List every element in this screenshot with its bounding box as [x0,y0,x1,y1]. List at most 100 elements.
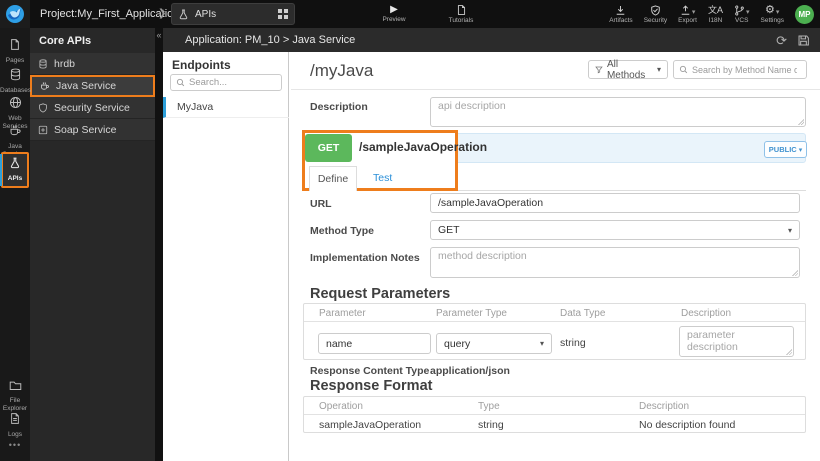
method-type-label: Method Type [310,225,374,237]
more-options-button[interactable]: ••• [0,440,30,450]
column-header: Description [639,401,690,412]
description-textarea[interactable] [430,97,806,127]
tab-apis[interactable]: APIs [171,3,295,25]
operation-path: /sampleJavaOperation [359,140,488,154]
tutorials-doc-icon [457,5,465,15]
response-content-type-label: Response Content Type [310,365,430,377]
breadcrumb: Application: PM_10 > Java Service [185,34,356,46]
caret-down-icon: ▾ [775,8,780,16]
shield-icon [651,4,660,16]
filter-funnel-icon [595,66,603,74]
description-cell: No description found [639,419,736,431]
app-logo[interactable] [0,0,30,28]
sidebar-item-pages[interactable]: Pages [0,38,30,65]
resize-handle[interactable] [797,118,804,125]
tutorials-button[interactable]: Tutorials [441,0,481,28]
caret-down-icon: ▾ [539,339,544,348]
operation-cell: sampleJavaOperation [319,419,422,431]
top-bar: Project:My_First_Application ❯ APIs ▶ Pr… [0,0,820,28]
request-parameters-heading: Request Parameters [310,286,451,302]
breadcrumb-bar: Application: PM_10 > Java Service ⟳ [163,28,820,52]
topbar-right-actions: Artifacts Security ▾ Export 文A I18N ▾ VC… [609,0,814,28]
endpoints-search-input[interactable] [189,77,269,88]
column-header: Type [478,401,500,412]
response-format-table: Operation Type Description sampleJavaOpe… [303,396,806,433]
resize-handle[interactable] [785,348,792,355]
endpoints-panel: Endpoints MyJava [163,52,289,461]
folder-icon [9,381,21,390]
grid-view-icon[interactable] [278,9,288,19]
main-content: /myJava All Methods ▾ Description GET /s… [291,52,820,461]
core-apis-title: Core APIs [39,35,92,47]
parameter-name-input[interactable] [318,333,431,354]
visibility-dropdown[interactable]: PUBLIC ▾ [764,141,807,158]
refresh-icon[interactable]: ⟳ [776,34,787,47]
sidebar-item-apis[interactable]: APIs [0,152,29,188]
method-search-input[interactable] [692,64,797,75]
wavemaker-logo-icon [6,5,24,23]
caret-down-icon: ▾ [787,225,792,235]
user-avatar[interactable]: MP [795,4,814,24]
api-title: /myJava [310,61,374,80]
endpoints-search [170,74,282,91]
parameter-type-select[interactable]: query ▾ [436,333,552,354]
gear-icon: ⚙ [765,3,775,16]
apis-tab-label: APIs [195,8,217,20]
i18n-button[interactable]: 文A I18N [708,0,723,28]
endpoints-title: Endpoints [172,58,231,72]
implementation-notes-textarea[interactable] [430,247,800,278]
artifacts-button[interactable]: Artifacts [609,0,633,28]
save-icon[interactable] [797,34,810,47]
response-format-heading: Response Format [310,378,433,394]
url-label: URL [310,198,332,210]
response-content-type-value: application/json [430,365,510,377]
log-file-icon [11,413,19,424]
type-cell: string [478,419,504,431]
shield-icon [39,102,47,113]
search-icon [176,78,185,87]
url-input[interactable] [430,193,800,213]
core-api-item-java-service[interactable]: Java Service [30,75,155,97]
request-parameters-table: Parameter Parameter Type Data Type Descr… [303,303,806,360]
globe-icon [9,96,21,109]
core-apis-panel: Core APIs hrdb Java Service Security Ser… [30,28,155,461]
parameter-description-textarea[interactable] [679,326,794,357]
settings-button[interactable]: ⚙ ▾ Settings [761,0,785,28]
table-header-divider [304,414,805,415]
left-icon-rail: Pages Databases Web Services Java Servic… [0,28,31,461]
tab-test[interactable]: Test [373,172,392,184]
endpoint-item-myjava[interactable]: MyJava [163,97,289,118]
method-type-select[interactable]: GET ▾ [430,220,800,240]
column-header: Parameter [319,308,366,319]
core-api-item-hrdb[interactable]: hrdb [30,53,155,75]
chevron-right-icon: ❯ [158,8,167,19]
soap-icon [38,125,48,134]
security-button[interactable]: Security [644,0,667,28]
column-header: Operation [319,401,363,412]
coffee-cup-icon [41,82,49,90]
sidebar-item-logs[interactable]: Logs [0,412,30,439]
i18n-icon: 文A [707,4,723,15]
caret-down-icon: ▾ [798,146,803,154]
download-icon [617,5,625,15]
export-button[interactable]: ▾ Export [678,0,697,28]
sidebar-item-file-explorer[interactable]: File Explorer [0,378,30,412]
preview-button[interactable]: ▶ Preview [376,0,412,28]
breadcrumb-actions: ⟳ [776,34,810,47]
core-api-item-security-service[interactable]: Security Service [30,97,155,119]
resize-handle[interactable] [791,269,798,276]
data-type-value: string [560,337,586,349]
column-header: Data Type [560,308,606,319]
caret-down-icon: ▾ [691,8,696,16]
caret-down-icon: ▾ [745,8,750,16]
coffee-cup-icon [10,125,21,136]
tab-define[interactable]: Define [309,166,357,191]
description-label: Description [310,101,368,113]
upload-icon [681,4,690,15]
method-search [673,60,807,79]
sidebar-item-databases[interactable]: Databases [0,68,31,95]
core-api-item-soap-service[interactable]: Soap Service [30,119,155,141]
collapse-panel-icon[interactable]: « [154,30,164,40]
vcs-button[interactable]: ▾ VCS [734,0,750,28]
methods-filter-dropdown[interactable]: All Methods ▾ [588,59,668,81]
